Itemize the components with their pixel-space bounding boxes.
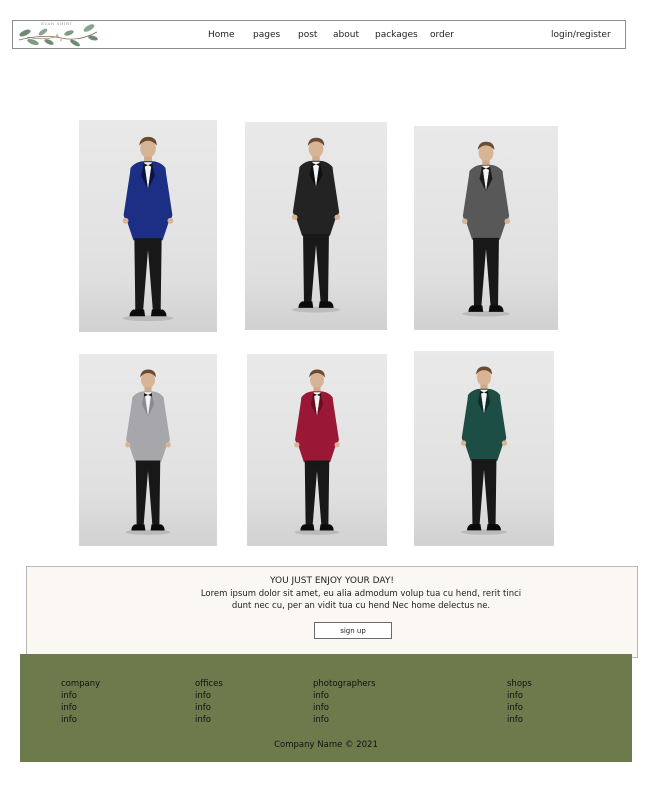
footer-link[interactable]: info [61, 702, 100, 714]
footer-link[interactable]: info [507, 714, 532, 726]
nav-packages[interactable]: packages [375, 30, 418, 40]
promo-banner: YOU JUST ENJOY YOUR DAY! Lorem ipsum dol… [26, 566, 638, 658]
footer-column-offices: offices info info info [195, 678, 223, 726]
nav-pages[interactable]: pages [253, 30, 280, 40]
footer-link[interactable]: info [507, 702, 532, 714]
footer-link[interactable]: info [61, 714, 100, 726]
promo-title: YOU JUST ENJOY YOUR DAY! [269, 576, 394, 586]
nav-home[interactable]: Home [208, 30, 235, 40]
site-header: EVAN SHIRT Home pages post about package… [12, 20, 626, 49]
footer-link[interactable]: info [313, 714, 376, 726]
gallery-photo-1[interactable] [79, 120, 217, 332]
footer-link[interactable]: info [195, 702, 223, 714]
gallery-photo-5[interactable] [247, 354, 387, 546]
footer-column-company: company info info info [61, 678, 100, 726]
site-footer: company info info info offices info info… [20, 654, 632, 762]
gallery-photo-2[interactable] [245, 122, 387, 330]
footer-link[interactable]: info [313, 690, 376, 702]
footer-column-title: photographers [313, 679, 376, 689]
footer-link[interactable]: info [507, 690, 532, 702]
gallery-photo-3[interactable] [414, 126, 558, 330]
footer-link[interactable]: info [61, 690, 100, 702]
footer-column-title: shops [507, 679, 532, 689]
footer-link[interactable]: info [313, 702, 376, 714]
nav-about[interactable]: about [333, 30, 359, 40]
logo-text: EVAN SHIRT [41, 21, 73, 26]
footer-link[interactable]: info [195, 690, 223, 702]
model-figure [461, 141, 511, 317]
footer-column-title: offices [195, 679, 223, 689]
sign-up-button[interactable]: sign up [314, 622, 392, 639]
model-figure [125, 369, 171, 535]
footer-column-title: company [61, 679, 101, 689]
model-figure [294, 369, 340, 535]
footer-column-photographers: photographers info info info [313, 678, 376, 726]
model-figure [291, 138, 341, 313]
footer-link[interactable]: info [195, 714, 223, 726]
model-figure [460, 366, 508, 535]
login-register-link[interactable]: login/register [551, 30, 611, 40]
model-figure [122, 136, 174, 321]
footer-column-shops: shops info info info [507, 678, 532, 726]
nav-post[interactable]: post [298, 30, 317, 40]
gallery-photo-6[interactable] [414, 351, 554, 546]
promo-body: Lorem ipsum dolor sit amet, eu alia admo… [200, 589, 522, 611]
gallery-photo-4[interactable] [79, 354, 217, 546]
nav-order[interactable]: order [430, 30, 454, 40]
copyright-text: Company Name © 2021 [274, 740, 378, 750]
brand-logo[interactable]: EVAN SHIRT [13, 19, 103, 49]
